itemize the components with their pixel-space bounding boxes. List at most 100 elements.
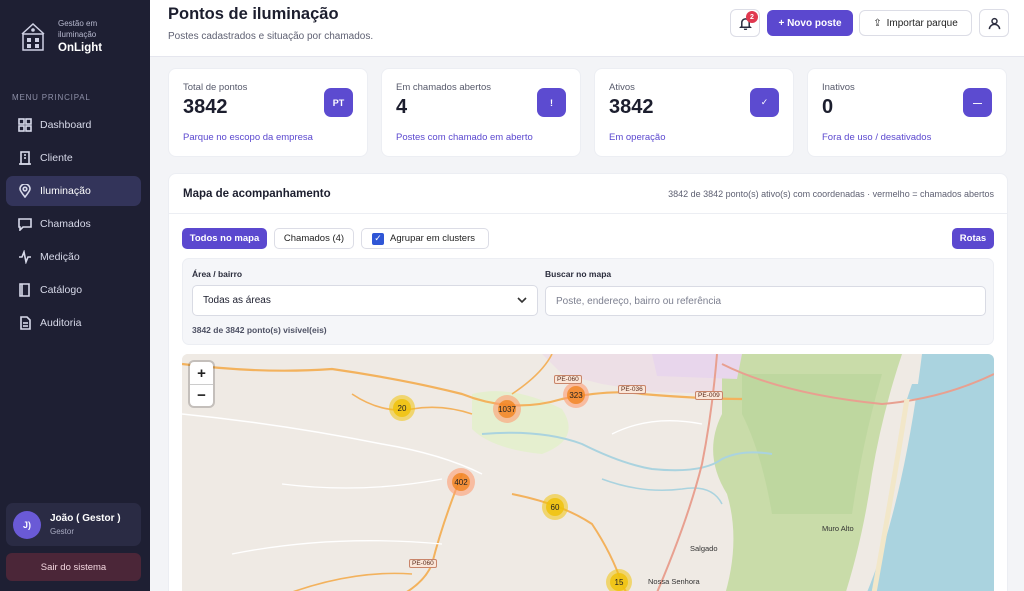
road-shield: PE-060 [554, 375, 582, 384]
sidebar-item-auditoria[interactable]: Auditoria [6, 308, 141, 338]
cluster-count: 402 [452, 473, 470, 491]
panel-meta: 3842 de 3842 ponto(s) ativo(s) com coord… [668, 189, 994, 199]
location-pin-icon [19, 184, 31, 198]
menu-heading: MENU PRINCIPAL [12, 93, 91, 102]
sidebar-item-iluminacao[interactable]: Iluminação [6, 176, 141, 206]
notifications-button[interactable]: 2 [730, 9, 760, 37]
map-cluster[interactable]: 402 [447, 468, 475, 496]
notification-badge: 2 [746, 11, 758, 23]
activity-icon [19, 250, 31, 264]
stat-note: Fora de uso / desativados [822, 132, 932, 143]
import-park-button[interactable]: ⇪ Importar parque [859, 10, 972, 36]
user-role: Gestor [50, 527, 75, 536]
cluster-toggle[interactable]: ✓ Agrupar em clusters [361, 228, 489, 249]
user-card[interactable]: J) João ( Gestor ) Gestor [6, 503, 141, 546]
sidebar-item-label: Cliente [40, 152, 73, 164]
stat-label: Total de pontos [183, 82, 248, 93]
zoom-in-button[interactable]: + [190, 362, 213, 384]
sidebar-item-label: Chamados [40, 218, 91, 230]
area-label: Área / bairro [192, 269, 243, 279]
sidebar-item-label: Medição [40, 251, 80, 263]
page-subtitle: Postes cadastrados e situação por chamad… [168, 31, 374, 42]
brand[interactable]: Gestão em iluminação OnLight [18, 18, 118, 54]
building-icon [19, 151, 31, 165]
map-cluster[interactable]: 15 [606, 569, 632, 591]
stat-card-open-calls: Em chamados abertos 4 Postes com chamado… [381, 68, 581, 157]
checkbox-checked-icon[interactable]: ✓ [372, 232, 384, 245]
map-place-label: Nossa Senhora [648, 577, 700, 586]
visible-count: 3842 de 3842 ponto(s) visível(eis) [192, 325, 327, 335]
profile-button[interactable] [979, 9, 1009, 37]
sidebar-item-dashboard[interactable]: Dashboard [6, 110, 141, 140]
divider [169, 213, 1007, 214]
map-view[interactable]: + − 20 1037 323 402 60 15 Salgado Muro A… [182, 354, 994, 591]
stat-value: 4 [396, 96, 408, 118]
sidebar-item-label: Auditoria [40, 317, 82, 329]
pt-icon: PT [324, 88, 353, 117]
stat-label: Inativos [822, 82, 855, 93]
zoom-out-button[interactable]: − [190, 384, 213, 406]
user-name: João ( Gestor ) [50, 513, 121, 524]
upload-icon: ⇪ [873, 17, 882, 29]
map-cluster[interactable]: 20 [389, 395, 415, 421]
zoom-controls: + − [190, 362, 213, 406]
dashboard-icon [18, 118, 32, 132]
cluster-count: 60 [546, 498, 564, 516]
sidebar: Gestão em iluminação OnLight MENU PRINCI… [0, 0, 150, 591]
new-pole-button[interactable]: + Novo poste [767, 10, 853, 36]
map-search-input[interactable] [545, 286, 986, 316]
stat-card-total: Total de pontos 3842 Parque no escopo da… [168, 68, 368, 157]
stat-label: Ativos [609, 82, 635, 93]
stat-card-active: Ativos 3842 Em operação ✓ [594, 68, 794, 157]
map-panel: Mapa de acompanhamento 3842 de 3842 pont… [168, 173, 1008, 591]
page-title: Pontos de iluminação [168, 5, 339, 23]
stat-value: 3842 [609, 96, 654, 118]
sidebar-item-medicao[interactable]: Medição [6, 242, 141, 272]
stat-note: Em operação [609, 132, 666, 143]
search-label: Buscar no mapa [545, 269, 612, 279]
map-place-label: Muro Alto [822, 524, 854, 533]
book-icon [19, 283, 30, 297]
cluster-count: 323 [567, 386, 585, 404]
stat-note: Parque no escopo da empresa [183, 132, 313, 143]
cluster-count: 20 [393, 399, 411, 417]
area-select[interactable]: Todas as áreas [192, 285, 538, 316]
stat-label: Em chamados abertos [396, 82, 492, 93]
chat-icon [18, 218, 32, 231]
logout-button[interactable]: Sair do sistema [6, 553, 141, 581]
stat-note: Postes com chamado em aberto [396, 132, 533, 143]
stat-value: 0 [822, 96, 834, 118]
logo-icon [21, 22, 45, 51]
stat-value: 3842 [183, 96, 228, 118]
sidebar-item-catalogo[interactable]: Catálogo [6, 275, 141, 305]
road-shield: PE-036 [618, 385, 646, 394]
sidebar-item-cliente[interactable]: Cliente [6, 143, 141, 173]
map-cluster[interactable]: 60 [542, 494, 568, 520]
map-cluster[interactable]: 1037 [493, 395, 521, 423]
cluster-count: 1037 [498, 400, 516, 418]
map-filters: Área / bairro Buscar no mapa Todas as ár… [182, 258, 994, 345]
page-header: Pontos de iluminação Postes cadastrados … [150, 0, 1024, 57]
sidebar-item-label: Dashboard [40, 119, 92, 131]
road-shield: PE-009 [695, 391, 723, 400]
sidebar-item-chamados[interactable]: Chamados [6, 209, 141, 239]
panel-title: Mapa de acompanhamento [183, 188, 331, 200]
brand-subtitle: Gestão em iluminação [58, 19, 98, 39]
map-cluster[interactable]: 323 [563, 382, 589, 408]
avatar: J) [13, 510, 41, 539]
sidebar-item-label: Iluminação [40, 185, 91, 197]
filter-all-button[interactable]: Todos no mapa [182, 228, 267, 249]
cluster-label: Agrupar em clusters [390, 233, 476, 244]
chevron-down-icon [517, 297, 527, 304]
filter-calls-button[interactable]: Chamados (4) [274, 228, 354, 249]
map-place-label: Salgado [690, 544, 718, 553]
user-icon [988, 17, 1000, 29]
stat-card-inactive: Inativos 0 Fora de uso / desativados — [807, 68, 1007, 157]
check-icon: ✓ [750, 88, 779, 117]
area-select-value: Todas as áreas [203, 295, 271, 306]
road-shield: PE-060 [409, 559, 437, 568]
routes-button[interactable]: Rotas [952, 228, 994, 249]
cluster-count: 15 [610, 573, 628, 591]
import-label: Importar parque [886, 17, 958, 29]
brand-name: OnLight [58, 42, 103, 54]
